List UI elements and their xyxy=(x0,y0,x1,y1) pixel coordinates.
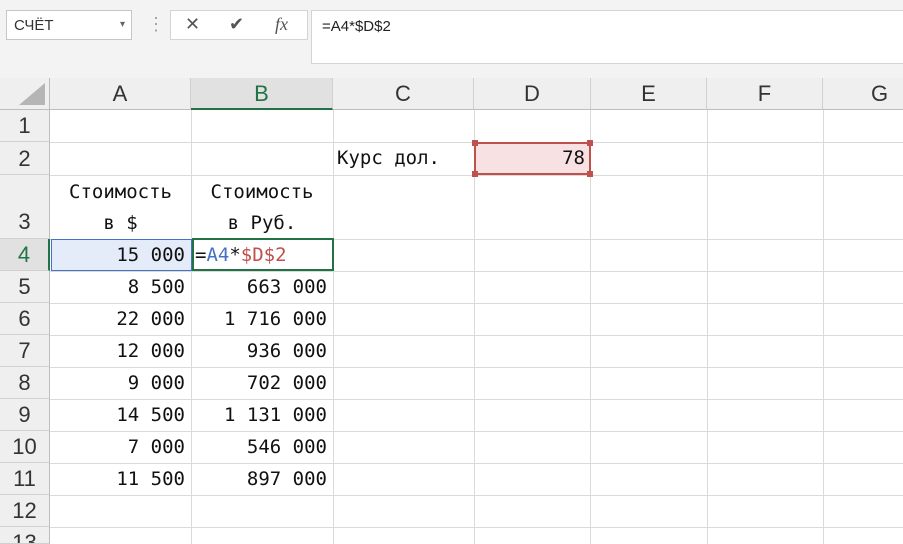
cell-a6[interactable]: 22 000 xyxy=(50,303,191,335)
row-header-9[interactable]: 9 xyxy=(0,399,50,431)
row-header-1[interactable]: 1 xyxy=(0,110,50,142)
row-header-6[interactable]: 6 xyxy=(0,303,50,335)
cell-b3-line2[interactable]: в Руб. xyxy=(191,207,333,239)
cancel-icon[interactable]: ✕ xyxy=(185,14,200,35)
row-header-2[interactable]: 2 xyxy=(0,142,50,175)
formula-buttons: ✕ ✔ fx xyxy=(170,10,308,40)
cell-b8[interactable]: 702 000 xyxy=(191,367,333,399)
row-header-3[interactable]: 3 xyxy=(0,175,50,239)
cell-a7[interactable]: 12 000 xyxy=(50,335,191,367)
cell-a3-line1[interactable]: Стоимость xyxy=(50,176,191,208)
formula-bar: СЧЁТ ▾ ⋮ ✕ ✔ fx =A4*$D$2 xyxy=(0,0,903,78)
col-header-f[interactable]: F xyxy=(707,78,823,110)
formula-input[interactable]: =A4*$D$2 xyxy=(311,10,903,64)
cell-b11[interactable]: 897 000 xyxy=(191,463,333,495)
row-header-5[interactable]: 5 xyxy=(0,271,50,303)
cell-b6[interactable]: 1 716 000 xyxy=(191,303,333,335)
cell-a3-line2[interactable]: в $ xyxy=(50,207,191,239)
cell-b10[interactable]: 546 000 xyxy=(191,431,333,463)
col-header-a[interactable]: A xyxy=(50,78,191,110)
cell-a11[interactable]: 11 500 xyxy=(50,463,191,495)
cell-b9[interactable]: 1 131 000 xyxy=(191,399,333,431)
drag-handle-icon[interactable]: ⋮ xyxy=(147,12,165,36)
row-header-10[interactable]: 10 xyxy=(0,431,50,463)
formula-ref-d2: $D$2 xyxy=(240,244,287,266)
col-header-e[interactable]: E xyxy=(591,78,707,110)
cell-b4-formula[interactable]: =A4*$D$2 xyxy=(195,239,331,271)
select-all-icon xyxy=(19,83,45,105)
cell-a10[interactable]: 7 000 xyxy=(50,431,191,463)
name-box-value: СЧЁТ xyxy=(14,17,54,34)
cell-c2[interactable]: Курс дол. xyxy=(337,142,474,175)
select-all-button[interactable] xyxy=(0,78,50,110)
row-header-12[interactable]: 12 xyxy=(0,495,50,527)
col-header-d[interactable]: D xyxy=(474,78,591,110)
formula-operator: * xyxy=(229,244,241,266)
gridline xyxy=(50,527,903,528)
cell-a4[interactable]: 15 000 xyxy=(50,239,191,271)
row-header-4[interactable]: 4 xyxy=(0,239,50,271)
col-header-g[interactable]: G xyxy=(823,78,903,110)
cell-b3-line1[interactable]: Стоимость xyxy=(191,176,333,208)
name-box[interactable]: СЧЁТ ▾ xyxy=(6,10,132,40)
row-header-13[interactable]: 13 xyxy=(0,527,50,544)
cell-a9[interactable]: 14 500 xyxy=(50,399,191,431)
gridline xyxy=(50,495,903,496)
col-header-c[interactable]: C xyxy=(333,78,474,110)
cell-b7[interactable]: 936 000 xyxy=(191,335,333,367)
formula-equals: = xyxy=(195,244,207,266)
enter-icon[interactable]: ✔ xyxy=(229,14,244,35)
insert-function-icon[interactable]: fx xyxy=(275,14,288,35)
row-header-8[interactable]: 8 xyxy=(0,367,50,399)
cell-a8[interactable]: 9 000 xyxy=(50,367,191,399)
formula-ref-a4: A4 xyxy=(206,244,230,266)
cell-b5[interactable]: 663 000 xyxy=(191,271,333,303)
row-header-7[interactable]: 7 xyxy=(0,335,50,367)
col-header-b[interactable]: B xyxy=(191,78,333,110)
row-header-11[interactable]: 11 xyxy=(0,463,50,495)
chevron-down-icon[interactable]: ▾ xyxy=(120,19,125,30)
cell-d2[interactable]: 78 xyxy=(474,142,591,175)
cell-a5[interactable]: 8 500 xyxy=(50,271,191,303)
